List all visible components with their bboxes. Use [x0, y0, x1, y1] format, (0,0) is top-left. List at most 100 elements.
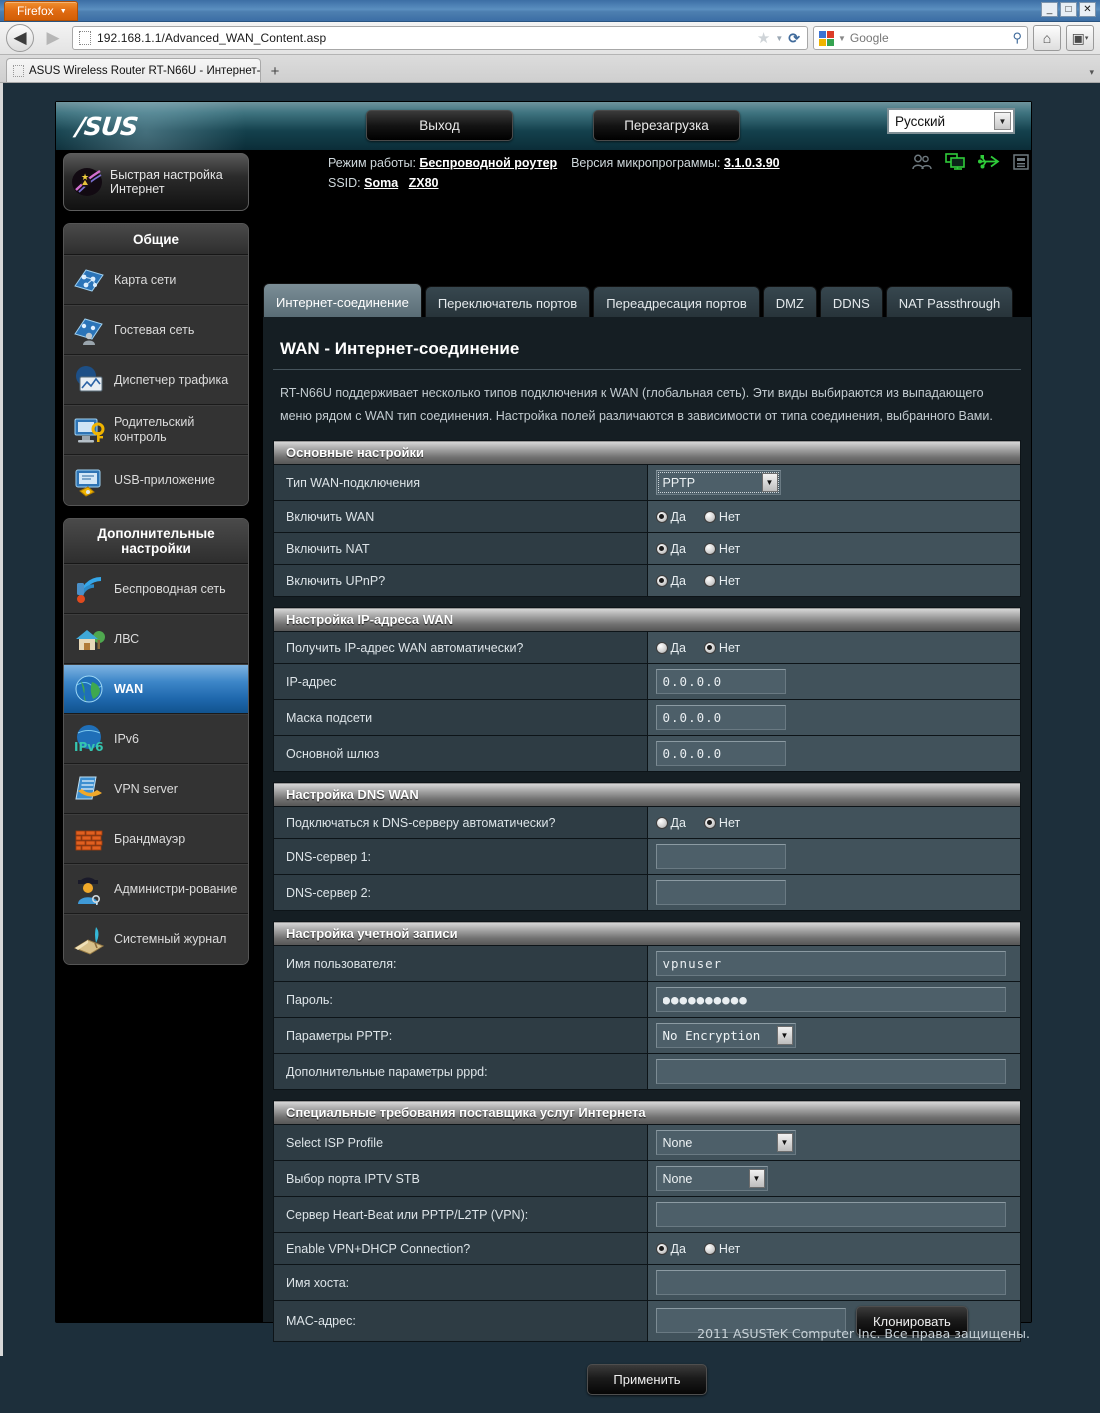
vpn-dhcp-yes-radio[interactable]: Да	[656, 1242, 686, 1256]
tab-ddns[interactable]: DDNS	[820, 286, 883, 320]
usb-icon[interactable]	[978, 154, 1000, 169]
minimize-button[interactable]: _	[1041, 2, 1058, 17]
reboot-button[interactable]: Перезагрузка	[593, 110, 740, 141]
sidebar-item-system-log[interactable]: Системный журнал	[64, 914, 248, 964]
bookmark-star-icon[interactable]: ★	[757, 29, 770, 47]
address-bar[interactable]: 192.168.1.1/Advanced_WAN_Content.asp ★ ▼…	[72, 26, 808, 50]
sidebar-item-label: WAN	[114, 682, 143, 697]
chevron-down-icon[interactable]: ▼	[762, 473, 778, 492]
search-icon[interactable]: ⚲	[1012, 30, 1022, 46]
gateway-input[interactable]	[656, 741, 786, 766]
apply-button[interactable]: Применить	[587, 1364, 707, 1395]
sidebar-group-general-title: Общие	[64, 224, 248, 255]
dns1-label: DNS-сервер 1:	[274, 839, 648, 875]
enable-upnp-no-radio[interactable]: Нет	[704, 574, 740, 588]
auto-ip-no-radio[interactable]: Нет	[704, 641, 740, 655]
sidebar-item-guest-network[interactable]: Гостевая сеть	[64, 305, 248, 355]
radio-label: Да	[671, 574, 686, 588]
enable-upnp-yes-radio[interactable]: Да	[656, 574, 686, 588]
chevron-down-icon[interactable]: ▼	[994, 112, 1011, 130]
dns2-input[interactable]	[656, 880, 786, 905]
isp-profile-select[interactable]: None ▼	[656, 1130, 796, 1155]
new-tab-button[interactable]: +	[264, 60, 286, 82]
browser-tab-active[interactable]: ASUS Wireless Router RT-N66U - Интернет-…	[6, 58, 261, 82]
bookmarks-button[interactable]: ▣▾	[1066, 25, 1094, 51]
reload-icon[interactable]: ⟳	[788, 30, 800, 47]
username-input[interactable]	[656, 951, 1006, 976]
list-all-tabs-icon[interactable]: ▾	[1089, 67, 1094, 78]
router-ui-frame: /SUS Выход Перезагрузка Русский ▼ Режим …	[55, 101, 1032, 1323]
firmware-value[interactable]: 3.1.0.3.90	[724, 156, 780, 170]
tab-favicon-icon	[13, 65, 24, 77]
radio-label: Да	[671, 510, 686, 524]
heartbeat-server-label: Сервер Heart-Beat или PPTP/L2TP (VPN):	[274, 1197, 648, 1233]
close-button[interactable]: ✕	[1079, 2, 1096, 17]
language-select[interactable]: Русский ▼	[887, 108, 1015, 134]
connected-devices-icon[interactable]	[945, 153, 965, 170]
sidebar-item-ipv6[interactable]: IPv6 IPv6	[64, 714, 248, 764]
sidebar-item-network-map[interactable]: Карта сети	[64, 255, 248, 305]
tab-dmz[interactable]: DMZ	[763, 286, 817, 320]
sidebar-item-label: Брандмауэр	[114, 832, 185, 847]
sidebar-item-administration[interactable]: Администри-рование	[64, 864, 248, 914]
parental-control-icon	[72, 414, 106, 446]
chevron-down-icon[interactable]: ▼	[777, 1026, 793, 1045]
firefox-app-menu-button[interactable]: Firefox ▼	[4, 1, 78, 21]
vpn-dhcp-no-radio[interactable]: Нет	[704, 1242, 740, 1256]
sidebar-item-traffic-manager[interactable]: Диспетчер трафика	[64, 355, 248, 405]
pptp-options-select[interactable]: No Encryption ▼	[656, 1023, 796, 1048]
wan-type-select[interactable]: PPTP ▼	[656, 470, 781, 495]
pppd-options-input[interactable]	[656, 1059, 1006, 1084]
iptv-port-select[interactable]: None ▼	[656, 1166, 768, 1191]
auto-dns-no-radio[interactable]: Нет	[704, 816, 740, 830]
auto-dns-yes-radio[interactable]: Да	[656, 816, 686, 830]
status-icon-group	[912, 153, 1029, 170]
ssid-value-secondary[interactable]: ZX80	[409, 176, 439, 190]
page-description: RT-N66U поддерживает несколько типов под…	[273, 370, 1021, 440]
search-engine-chevron-icon[interactable]: ▼	[838, 34, 846, 43]
tab-port-trigger[interactable]: Переключатель портов	[425, 286, 590, 320]
password-label: Пароль:	[274, 982, 648, 1018]
chevron-down-icon[interactable]: ▼	[775, 34, 783, 43]
sidebar-item-wireless[interactable]: Беспроводная сеть	[64, 564, 248, 614]
password-cell	[647, 982, 1021, 1018]
clients-users-icon[interactable]	[912, 154, 932, 170]
maximize-button[interactable]: □	[1060, 2, 1077, 17]
heartbeat-server-input[interactable]	[656, 1202, 1006, 1227]
tab-port-forwarding[interactable]: Переадресация портов	[593, 286, 760, 320]
section-title: Специальные требования поставщика услуг …	[274, 1101, 1021, 1125]
logout-button[interactable]: Выход	[366, 110, 513, 141]
tab-internet-connection[interactable]: Интернет-соединение	[263, 283, 422, 320]
sidebar-item-parental-control[interactable]: Родительский контроль	[64, 405, 248, 455]
enable-wan-yes-radio[interactable]: Да	[656, 510, 686, 524]
sidebar-item-label: Родительский контроль	[114, 415, 242, 445]
sidebar-item-vpn-server[interactable]: VPN server	[64, 764, 248, 814]
search-bar[interactable]: ▼ Google ⚲	[813, 26, 1028, 50]
printer-icon[interactable]	[1013, 154, 1029, 170]
chevron-down-icon[interactable]: ▼	[749, 1169, 765, 1188]
language-select-value: Русский	[895, 114, 945, 129]
forward-button[interactable]: ▶	[39, 24, 67, 52]
hostname-input[interactable]	[656, 1270, 1006, 1295]
tab-nat-passthrough[interactable]: NAT Passthrough	[886, 286, 1013, 320]
ip-address-input[interactable]	[656, 669, 786, 694]
ssid-value-primary[interactable]: Soma	[364, 176, 398, 190]
password-input[interactable]	[656, 987, 1006, 1012]
sidebar-item-firewall[interactable]: Брандмауэр	[64, 814, 248, 864]
dns1-input[interactable]	[656, 844, 786, 869]
sidebar-item-label: Администри-рование	[114, 882, 237, 897]
enable-nat-no-radio[interactable]: Нет	[704, 542, 740, 556]
sidebar-item-usb-application[interactable]: USB-приложение	[64, 455, 248, 505]
sidebar-item-wan[interactable]: WAN	[64, 664, 248, 714]
subnet-mask-input[interactable]	[656, 705, 786, 730]
enable-nat-yes-radio[interactable]: Да	[656, 542, 686, 556]
sidebar-item-lan[interactable]: ЛВС	[64, 614, 248, 664]
chevron-down-icon[interactable]: ▼	[777, 1133, 793, 1152]
auto-ip-yes-radio[interactable]: Да	[656, 641, 686, 655]
sidebar-item-quick-setup[interactable]: ★ Быстрая настройка Интернет	[63, 153, 249, 211]
section-wan-dns-settings: Настройка DNS WAN Подключаться к DNS-сер…	[273, 782, 1021, 911]
enable-wan-no-radio[interactable]: Нет	[704, 510, 740, 524]
home-button[interactable]: ⌂	[1033, 25, 1061, 51]
operation-mode-value[interactable]: Беспроводной роутер	[419, 156, 557, 170]
back-button[interactable]: ◀	[6, 24, 34, 52]
